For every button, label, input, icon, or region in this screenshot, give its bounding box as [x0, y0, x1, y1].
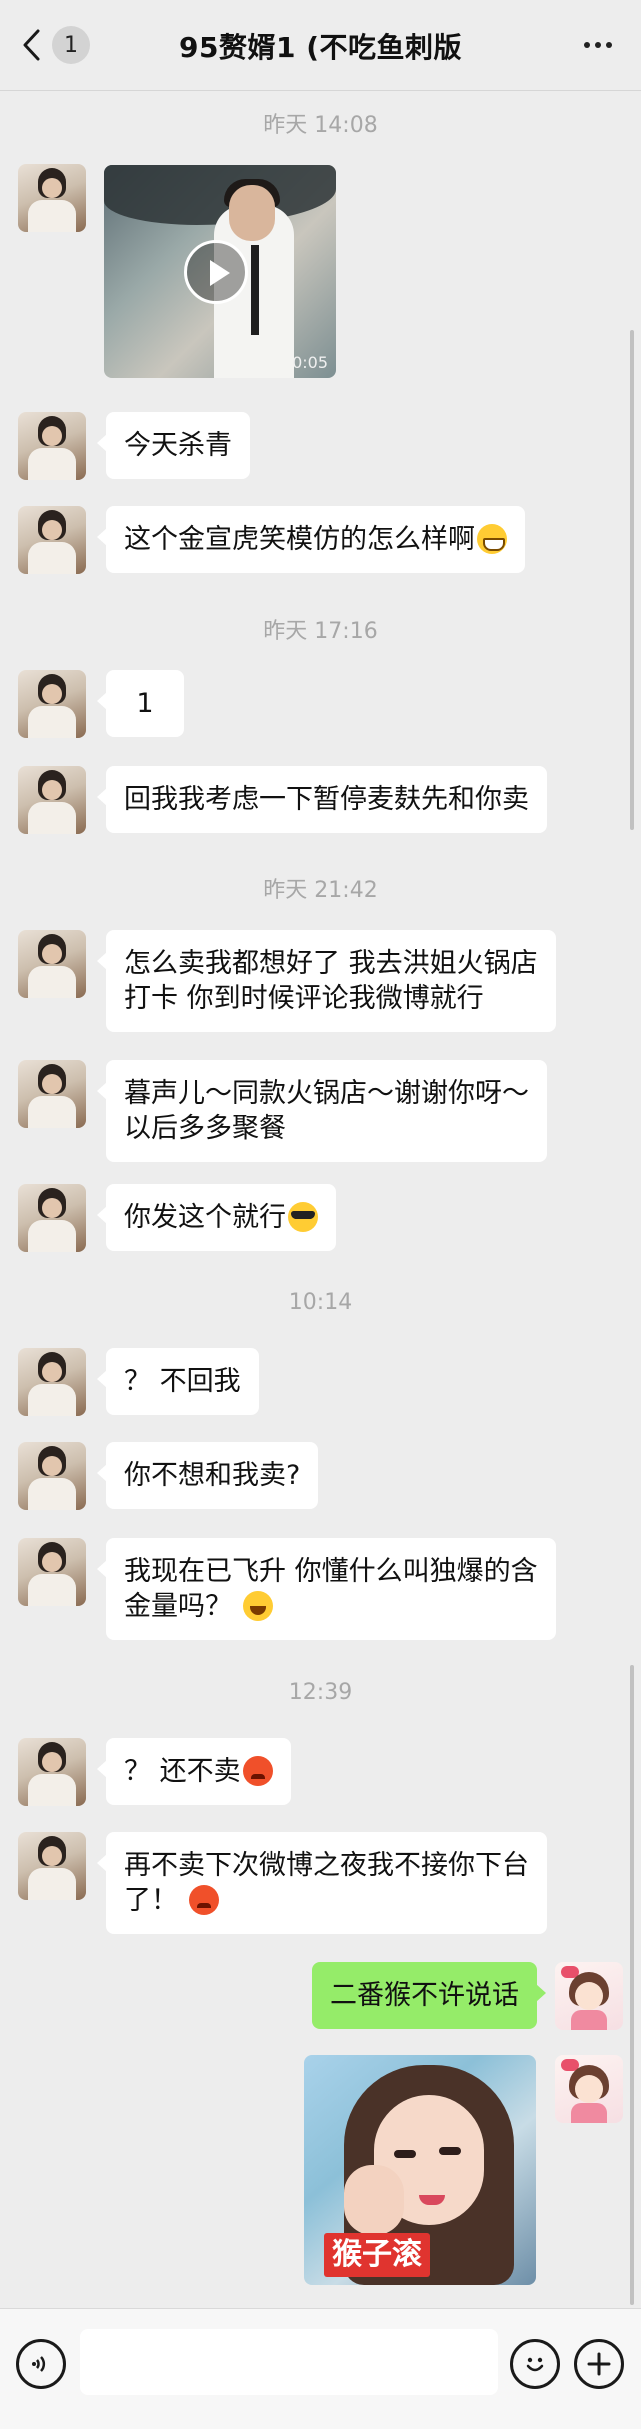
- grin-emoji-icon: [477, 524, 507, 554]
- contact-avatar[interactable]: [18, 1538, 86, 1606]
- contact-avatar[interactable]: [18, 412, 86, 480]
- contact-avatar[interactable]: [18, 1348, 86, 1416]
- plus-icon[interactable]: [574, 2339, 624, 2389]
- message-bubble[interactable]: 你发这个就行: [97, 1184, 336, 1251]
- timestamp: 10:14: [288, 1290, 353, 1315]
- contact-avatar[interactable]: [18, 930, 86, 998]
- chat-title: 95赘婿1 (不吃鱼刺版: [179, 31, 462, 64]
- message-bubble[interactable]: 你不想和我卖?: [96, 1442, 319, 1509]
- timestamp: 12:39: [288, 1680, 353, 1705]
- message-bubble[interactable]: 暮声儿～同款火锅店～谢谢你呀～ 以后多多聚餐: [97, 1060, 547, 1162]
- message-bubble[interactable]: 回我我考虑一下暂停麦麸先和你卖: [97, 766, 547, 833]
- message-bubble[interactable]: ？ 还不卖: [97, 1738, 291, 1805]
- message-bubble[interactable]: 我现在已飞升 你懂什么叫独爆的含 金量吗？: [97, 1538, 556, 1640]
- contact-avatar[interactable]: [18, 1442, 86, 1510]
- image-caption: 猴子滚: [324, 2233, 430, 2277]
- message-input[interactable]: [80, 2329, 498, 2395]
- laugh-emoji-icon: [242, 1591, 273, 1621]
- sent-message-bubble[interactable]: 二番猴不许说话: [312, 1962, 546, 2029]
- timestamp: 昨天 17:16: [263, 619, 378, 644]
- cool-emoji-icon: [288, 1202, 318, 1232]
- image-message[interactable]: 猴子滚: [304, 2055, 536, 2285]
- video-message[interactable]: 0:05: [104, 165, 336, 378]
- contact-avatar[interactable]: [18, 670, 86, 738]
- angry-emoji-icon: [188, 1885, 219, 1915]
- message-bubble[interactable]: 1: [97, 670, 184, 737]
- top-bar: 1 95赘婿1 (不吃鱼刺版: [0, 0, 641, 91]
- input-bar: [0, 2308, 641, 2429]
- message-bubble[interactable]: ？ 不回我: [97, 1348, 259, 1415]
- angry-emoji-icon: [242, 1756, 273, 1786]
- contact-avatar[interactable]: [18, 164, 86, 232]
- timestamp: 昨天 21:42: [263, 878, 378, 903]
- my-avatar[interactable]: [555, 1962, 623, 2030]
- contact-avatar[interactable]: [18, 506, 86, 574]
- more-options-icon[interactable]: [573, 28, 623, 62]
- contact-avatar[interactable]: [18, 1184, 86, 1252]
- message-bubble[interactable]: 今天杀青: [97, 412, 250, 479]
- voice-icon[interactable]: [16, 2339, 66, 2389]
- message-bubble[interactable]: 这个金宣虎笑模仿的怎么样啊: [97, 506, 525, 573]
- contact-avatar[interactable]: [18, 1060, 86, 1128]
- scrollbar[interactable]: [630, 330, 634, 830]
- timestamp: 昨天 14:08: [263, 113, 378, 138]
- contact-avatar[interactable]: [18, 766, 86, 834]
- play-icon[interactable]: [184, 240, 248, 304]
- contact-avatar[interactable]: [18, 1832, 86, 1900]
- message-bubble[interactable]: 怎么卖我都想好了 我去洪姐火锅店 打卡 你到时候评论我微博就行: [97, 930, 556, 1032]
- my-avatar[interactable]: [555, 2055, 623, 2123]
- contact-avatar[interactable]: [18, 1738, 86, 1806]
- video-duration: 0:05: [292, 353, 328, 372]
- message-bubble[interactable]: 再不卖下次微博之夜我不接你下台 了！: [97, 1832, 547, 1934]
- emoji-icon[interactable]: [510, 2339, 560, 2389]
- scrollbar[interactable]: [630, 1665, 634, 2305]
